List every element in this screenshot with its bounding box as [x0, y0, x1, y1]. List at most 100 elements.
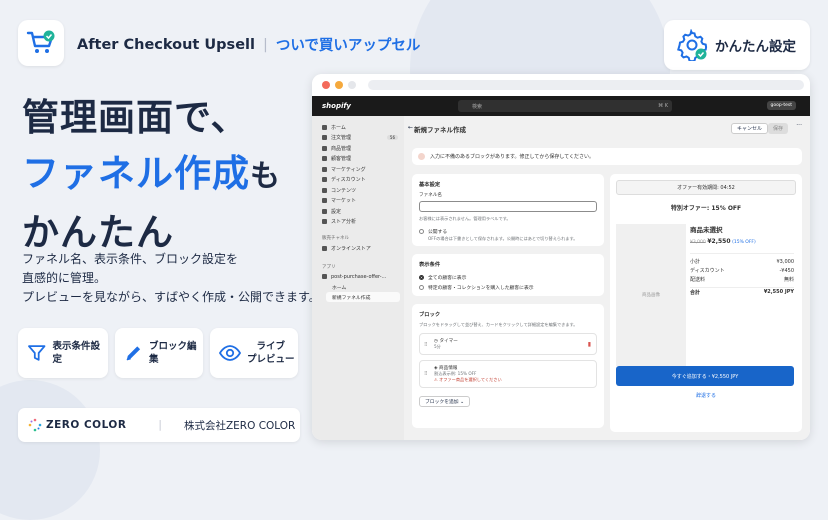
sidebar-item-analytics[interactable]: ストア分析: [312, 217, 404, 228]
sidebar-subitem-new-funnel[interactable]: 新規ファネル作成: [326, 292, 400, 302]
funnel-name-input[interactable]: [419, 201, 597, 212]
app-header: After Checkout Upsell | ついで買いアップセル: [77, 34, 420, 55]
gear-check-icon: [677, 29, 708, 61]
error-banner: 入力に不備のあるブロックがあります。修正してから保存してください。: [412, 148, 802, 165]
maximize-dot-icon: [348, 81, 356, 89]
add-now-button[interactable]: 今すぐ追加する・¥2,550 JPY: [616, 366, 794, 386]
sidebar-item-discounts[interactable]: ディスカウント: [312, 175, 404, 186]
timer-value: 5分: [434, 344, 441, 349]
sidebar-item-online-store[interactable]: オンラインストア: [312, 243, 404, 254]
browser-chrome: [312, 74, 810, 96]
orders-icon: [322, 135, 327, 141]
app-icon: [18, 20, 64, 66]
eye-icon: [219, 345, 241, 361]
headline-accent: ファネル作成: [22, 152, 250, 195]
cancel-button[interactable]: キャンセル: [730, 123, 768, 134]
description-line: ファネル名、表示条件、ブロック設定を: [22, 252, 239, 266]
checkout-preview: オファー有効期間: 04:52 特別オファー: 15% OFF 商品画像 商品未…: [610, 174, 802, 432]
sidebar-item-settings[interactable]: 設定: [312, 206, 404, 217]
block-product[interactable]: ⠿ ◈ 商品情報 割込表示例: 15% OFF ⚠ オファー商品を選択してくださ…: [419, 360, 597, 388]
headline: 管理画面で、 ファネル作成も かんたん: [22, 90, 281, 261]
sidebar-item-content[interactable]: コンテンツ: [312, 185, 404, 196]
sidebar-item-home[interactable]: ホーム: [312, 122, 404, 133]
publish-help: OFFの場合は下書きとして保存されます。公開時にはあとで切り替えられます。: [428, 236, 578, 241]
content-icon: [322, 187, 327, 193]
product-info: 商品未選択 ¥3,000 ¥2,550 (15% OFF) 小計 ¥3,000 デ…: [690, 224, 794, 296]
page-title: 新規ファネル作成: [414, 126, 466, 134]
add-block-button[interactable]: ブロックを追加 ⌄: [419, 396, 471, 407]
save-button[interactable]: 保存: [767, 123, 788, 134]
decline-link[interactable]: 辞退する: [610, 392, 802, 399]
minimize-dot-icon: [335, 81, 343, 89]
price-summary: 小計 ¥3,000 ディスカウント -¥450 配送料 無料 合計 ¥2,550 JPY: [690, 253, 794, 296]
headline-suffix: も: [250, 159, 281, 194]
shopify-logo: shopify: [322, 102, 351, 110]
publish-checkbox[interactable]: 公開する: [419, 226, 597, 236]
funnel-name-label: ファネル名: [419, 193, 442, 198]
search-input[interactable]: 検索 ⌘ K: [458, 100, 672, 112]
feature-display-conditions: 表示条件設定: [18, 328, 108, 378]
product-image-placeholder: 商品画像: [616, 224, 686, 366]
drag-handle-icon[interactable]: ⠿: [424, 371, 428, 377]
trash-icon[interactable]: ▮: [588, 341, 591, 348]
radio-selected-icon: [419, 274, 424, 280]
brand-name: ZERO COLOR: [46, 419, 127, 431]
search-shortcut: ⌘ K: [658, 103, 668, 109]
basic-settings-card: 基本設定 ファネル名 お客様には表示されません。管理用ラベルです。 公開する O…: [412, 174, 604, 246]
admin-sidebar: ホーム 注文管理 56 商品管理 顧客管理 マーケティング ディスカウント コンテ…: [312, 116, 404, 440]
product-price: ¥3,000 ¥2,550 (15% OFF): [690, 238, 756, 245]
app-icon: [322, 274, 327, 280]
product-name: 商品未選択: [690, 226, 723, 234]
blocks-help: ブロックをドラッグして並び替え、カードをクリックして詳細設定を編集できます。: [419, 322, 578, 327]
easy-setup-badge: かんたん設定: [664, 20, 810, 70]
person-icon: [322, 156, 327, 162]
browser-window: shopify 検索 ⌘ K goop-test ホーム 注文管理 56 商品管理…: [312, 74, 810, 440]
offer-timer: オファー有効期間: 04:52: [616, 180, 796, 195]
discount-icon: [322, 177, 327, 183]
url-bar[interactable]: [368, 80, 804, 90]
background-circle: [0, 380, 100, 520]
sidebar-item-products[interactable]: 商品管理: [312, 143, 404, 154]
condition-radio-all[interactable]: 全ての顧客に表示: [419, 272, 597, 282]
sales-channel-heading: 販売チャネル: [322, 236, 349, 241]
condition-radio-specific[interactable]: 特定の顧客・コレクションを購入した顧客に表示: [419, 282, 597, 292]
home-icon: [322, 124, 327, 130]
user-menu[interactable]: goop-test: [766, 101, 796, 110]
banner-text: 入力に不備のあるブロックがあります。修正してから保存してください。: [430, 154, 595, 160]
block-timer[interactable]: ⠿ ◷ タイマー 5分 ▮: [419, 333, 597, 355]
cart-check-icon: [26, 30, 55, 53]
company-name: 株式会社ZERO COLOR: [183, 419, 296, 432]
app-tagline: ついで買いアップセル: [275, 38, 421, 54]
feature-label: ライブ プレビュー: [247, 341, 295, 365]
orders-count: 56: [386, 135, 398, 141]
sidebar-subitem-home[interactable]: ホーム: [312, 282, 404, 292]
back-arrow-icon[interactable]: ←: [408, 124, 413, 131]
card-heading: 表示条件: [419, 262, 441, 268]
sidebar-item-customers[interactable]: 顧客管理: [312, 154, 404, 165]
funnel-name-help: お客様には表示されません。管理用ラベルです。: [419, 216, 511, 221]
sidebar-item-app[interactable]: post-purchase-offer-...: [312, 272, 404, 283]
pencil-icon: [126, 346, 141, 361]
feature-label: 表示条件設定: [52, 341, 100, 365]
card-heading: ブロック: [419, 312, 441, 318]
blocks-card: ブロック ブロックをドラッグして並び替え、カードをクリックして詳細設定を編集でき…: [412, 304, 604, 428]
drag-handle-icon[interactable]: ⠿: [424, 342, 428, 348]
app-name: After Checkout Upsell: [77, 36, 255, 53]
more-icon[interactable]: ···: [796, 122, 802, 129]
alert-icon: [418, 153, 425, 160]
search-placeholder: 検索: [472, 103, 483, 110]
description-line: プレビューを見ながら、すばやく作成・公開できます。: [22, 290, 321, 304]
sidebar-item-markets[interactable]: マーケット: [312, 196, 404, 207]
chart-icon: [322, 219, 327, 225]
description-line: 直感的に管理。: [22, 271, 107, 285]
store-icon: [322, 245, 327, 251]
company-footer: ZERO COLOR | 株式会社ZERO COLOR: [18, 408, 300, 442]
sidebar-item-orders[interactable]: 注文管理 56: [312, 133, 404, 144]
globe-icon: [322, 198, 327, 204]
checkbox-icon: [419, 228, 424, 234]
product-error: ⚠ オファー商品を選択してください: [434, 377, 502, 382]
sidebar-item-marketing[interactable]: マーケティング: [312, 164, 404, 175]
apps-heading: アプリ: [322, 264, 336, 270]
feature-live-preview: ライブ プレビュー: [210, 328, 298, 378]
card-heading: 基本設定: [419, 182, 441, 188]
